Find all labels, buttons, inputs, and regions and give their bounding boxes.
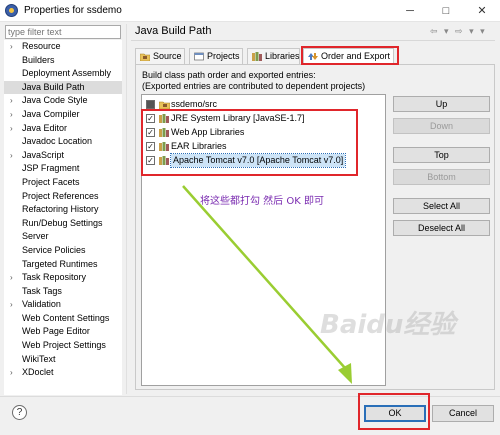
- eclipse-icon: [5, 4, 18, 17]
- tree-item-wikitext[interactable]: WikiText: [4, 353, 122, 367]
- tree-item-builders[interactable]: Builders: [4, 54, 122, 68]
- page-title: Java Build Path: [135, 25, 212, 37]
- expand-icon[interactable]: ›: [10, 366, 13, 380]
- tree-item-javascript[interactable]: › JavaScript: [4, 149, 122, 163]
- properties-tree: › Resource Builders Deployment Assembly J…: [4, 40, 122, 395]
- tree-item-refactoring-history[interactable]: Refactoring History: [4, 203, 122, 217]
- tree-item-java-build-path[interactable]: Java Build Path: [4, 80, 122, 95]
- deselect-all-button[interactable]: Deselect All: [393, 220, 490, 236]
- tree-item-java-editor[interactable]: › Java Editor: [4, 122, 122, 136]
- tree-item-xdoclet[interactable]: › XDoclet: [4, 366, 122, 380]
- history-nav-buttons[interactable]: ⇦ ▾ ⇨ ▾ ▾: [430, 26, 487, 37]
- tree-item-targeted-runtimes[interactable]: Targeted Runtimes: [4, 258, 122, 272]
- ok-button[interactable]: OK: [364, 405, 426, 422]
- tree-item-server[interactable]: Server: [4, 230, 122, 244]
- tab-libraries[interactable]: Libraries: [247, 48, 300, 64]
- projects-icon: [194, 52, 204, 61]
- export-checkbox[interactable]: ✓: [146, 128, 155, 137]
- cancel-button[interactable]: Cancel: [432, 405, 494, 422]
- tree-item-deployment-assembly[interactable]: Deployment Assembly: [4, 67, 122, 81]
- tree-item-task-tags[interactable]: Task Tags: [4, 285, 122, 299]
- title-separator: [131, 40, 495, 41]
- export-checkbox[interactable]: [146, 100, 155, 109]
- tree-item-web-project-settings[interactable]: Web Project Settings: [4, 339, 122, 353]
- footer-separator: [0, 396, 500, 397]
- title-bar: Properties for ssdemo ─ □ ✕: [0, 0, 500, 22]
- source-folder-icon: [140, 53, 150, 61]
- tree-item-run-debug-settings[interactable]: Run/Debug Settings: [4, 217, 122, 231]
- export-checkbox[interactable]: ✓: [146, 156, 155, 165]
- tree-item-project-facets[interactable]: Project Facets: [4, 176, 122, 190]
- order-export-icon: [308, 53, 318, 60]
- maximize-button[interactable]: □: [428, 0, 464, 22]
- up-button[interactable]: Up: [393, 96, 490, 112]
- minimize-button[interactable]: ─: [392, 0, 428, 22]
- expand-icon[interactable]: ›: [10, 108, 13, 122]
- tree-item-web-content-settings[interactable]: Web Content Settings: [4, 312, 122, 326]
- tree-item-task-repository[interactable]: › Task Repository: [4, 271, 122, 285]
- tree-item-service-policies[interactable]: Service Policies: [4, 244, 122, 258]
- tab-order-and-export[interactable]: Order and Export: [303, 48, 394, 65]
- sash-divider[interactable]: [126, 24, 127, 394]
- filter-input[interactable]: [5, 25, 121, 39]
- libraries-icon: [252, 52, 262, 61]
- tree-item-resource[interactable]: › Resource: [4, 40, 122, 54]
- tree-item-project-references[interactable]: Project References: [4, 190, 122, 204]
- down-button[interactable]: Down: [393, 118, 490, 134]
- expand-icon[interactable]: ›: [10, 271, 13, 285]
- export-checkbox[interactable]: ✓: [146, 142, 155, 151]
- classpath-entries-list: ssdemo/src ✓ JRE System Library [JavaSE-…: [141, 94, 386, 386]
- export-checkbox[interactable]: ✓: [146, 114, 155, 123]
- expand-icon[interactable]: ›: [10, 122, 13, 136]
- expand-icon[interactable]: ›: [10, 94, 13, 108]
- annotation-text: 将这些都打勾 然后 OK 即可: [200, 196, 324, 207]
- source-folder-icon: [159, 101, 170, 109]
- library-icon: [159, 156, 169, 165]
- expand-icon[interactable]: ›: [10, 298, 13, 312]
- library-icon: [159, 114, 169, 123]
- library-icon: [159, 142, 169, 151]
- bottom-button[interactable]: Bottom: [393, 169, 490, 185]
- tree-item-java-code-style[interactable]: › Java Code Style: [4, 94, 122, 108]
- description: Build class path order and exported entr…: [142, 70, 366, 91]
- watermark: Baidu经验: [320, 310, 456, 340]
- close-button[interactable]: ✕: [464, 0, 500, 22]
- tree-item-validation[interactable]: › Validation: [4, 298, 122, 312]
- tree-item-javadoc-location[interactable]: Javadoc Location: [4, 135, 122, 149]
- tab-projects[interactable]: Projects: [189, 48, 243, 64]
- expand-icon[interactable]: ›: [10, 40, 13, 54]
- library-icon: [159, 128, 169, 137]
- help-icon[interactable]: ?: [12, 405, 27, 420]
- tree-item-web-page-editor[interactable]: Web Page Editor: [4, 325, 122, 339]
- expand-icon[interactable]: ›: [10, 149, 13, 163]
- tree-item-jsp-fragment[interactable]: JSP Fragment: [4, 162, 122, 176]
- tree-item-java-compiler[interactable]: › Java Compiler: [4, 108, 122, 122]
- top-button[interactable]: Top: [393, 147, 490, 163]
- select-all-button[interactable]: Select All: [393, 198, 490, 214]
- window-title: Properties for ssdemo: [24, 5, 122, 16]
- tab-source[interactable]: Source: [135, 48, 185, 64]
